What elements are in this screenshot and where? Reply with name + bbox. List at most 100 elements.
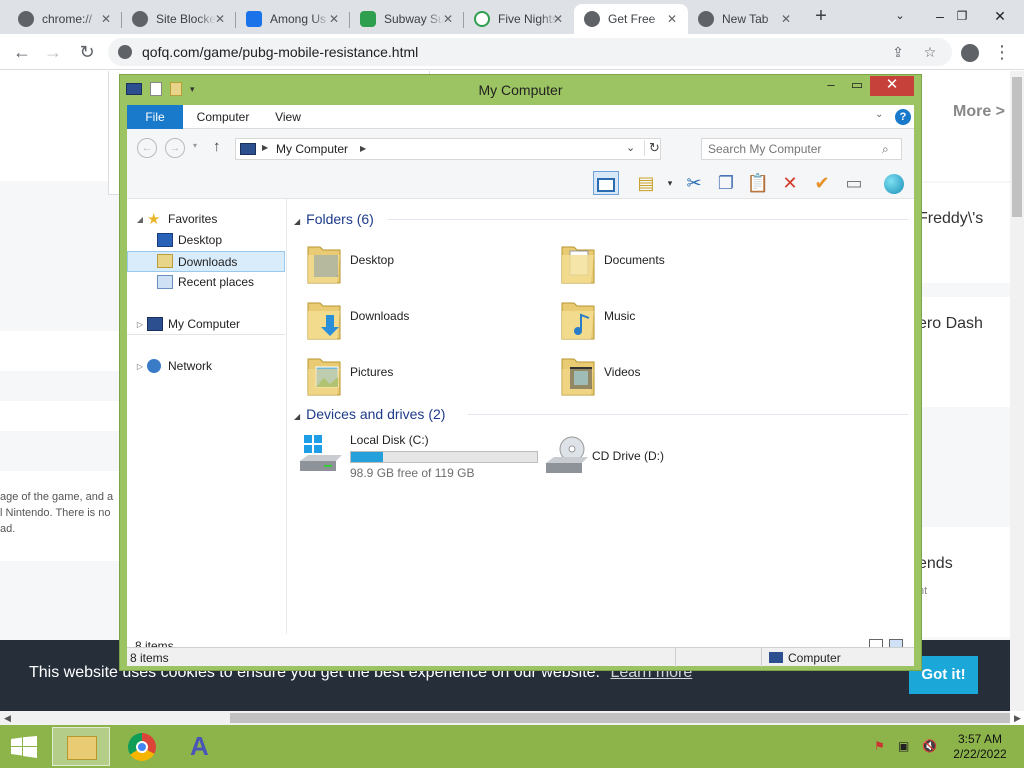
close-icon[interactable]: ✕ bbox=[664, 11, 680, 27]
properties-button[interactable]: ▤ bbox=[633, 171, 659, 195]
profile-avatar-icon[interactable] bbox=[958, 40, 982, 64]
restore-icon[interactable]: ❐ bbox=[942, 0, 982, 34]
nav-recent-places[interactable]: Recent places bbox=[127, 272, 285, 293]
network-tray-icon[interactable]: ▣ bbox=[898, 739, 914, 755]
tab-file[interactable]: File bbox=[127, 105, 183, 129]
devices-group-header[interactable]: ◢ Devices and drives (2) bbox=[294, 404, 445, 424]
tab-computer[interactable]: Computer bbox=[187, 105, 259, 129]
browser-tab-6[interactable]: Get Free ✕ bbox=[574, 4, 688, 34]
collapse-arrow-icon[interactable]: ◢ bbox=[135, 209, 145, 230]
chevron-right-icon[interactable]: ▶ bbox=[360, 144, 366, 153]
forward-icon[interactable]: → bbox=[41, 40, 65, 64]
close-icon[interactable]: ✕ bbox=[98, 11, 114, 27]
copy-icon[interactable]: ❐ bbox=[713, 171, 739, 195]
more-link[interactable]: More > bbox=[953, 103, 1005, 121]
address-bar[interactable]: qofq.com/game/pubg-mobile-resistance.htm… bbox=[108, 38, 952, 66]
browser-tab-7[interactable]: New Tab ✕ bbox=[688, 4, 802, 34]
browser-tab-3[interactable]: Among Us ✕ bbox=[236, 4, 350, 34]
nav-desktop[interactable]: Desktop bbox=[127, 230, 285, 251]
bookmark-star-icon[interactable]: ☆ bbox=[920, 42, 940, 62]
explorer-titlebar[interactable]: ▾ My Computer – ▭ ✕ bbox=[120, 75, 921, 105]
game-card-title[interactable]: ero Dash bbox=[918, 315, 983, 333]
nav-favorites[interactable]: ◢ ★ Favorites bbox=[127, 209, 285, 230]
close-icon[interactable]: ✕ bbox=[550, 11, 566, 27]
rename-checkmark-icon[interactable]: ✔ bbox=[809, 171, 835, 195]
nav-downloads[interactable]: Downloads bbox=[127, 251, 285, 272]
forward-icon[interactable]: → bbox=[165, 138, 185, 158]
system-clock[interactable]: 3:57 AM 2/22/2022 bbox=[948, 732, 1012, 762]
help-icon[interactable]: ? bbox=[895, 109, 911, 125]
collapse-arrow-icon[interactable]: ◢ bbox=[294, 217, 300, 226]
tab-view[interactable]: View bbox=[263, 105, 313, 129]
expand-arrow-icon[interactable]: ▷ bbox=[135, 356, 145, 377]
folder-music[interactable]: Music bbox=[542, 293, 782, 345]
collapse-arrow-icon[interactable]: ◢ bbox=[294, 412, 300, 421]
folder-downloads[interactable]: Downloads bbox=[288, 293, 528, 345]
taskbar-app[interactable]: A bbox=[174, 727, 232, 766]
menu-kebab-icon[interactable]: ⋮ bbox=[990, 40, 1014, 64]
refresh-icon[interactable]: ↻ bbox=[644, 140, 660, 156]
delete-icon[interactable]: ✕ bbox=[777, 171, 803, 195]
url-text[interactable]: qofq.com/game/pubg-mobile-resistance.htm… bbox=[142, 44, 418, 60]
game-card-title[interactable]: Freddy\'s bbox=[918, 210, 983, 228]
taskbar-file-explorer[interactable] bbox=[52, 727, 110, 766]
horizontal-scrollbar[interactable]: ◀ bbox=[0, 711, 1010, 725]
properties-dropdown-icon[interactable]: ▾ bbox=[657, 171, 683, 195]
scroll-right-icon[interactable]: ▶ bbox=[1014, 711, 1021, 725]
browser-tab-2[interactable]: Site Blocker ✕ bbox=[122, 4, 236, 34]
close-icon[interactable]: ✕ bbox=[212, 11, 228, 27]
scroll-left-icon[interactable]: ◀ bbox=[4, 711, 11, 725]
nav-my-computer[interactable]: ▷ My Computer bbox=[127, 314, 285, 335]
back-icon[interactable]: ← bbox=[10, 40, 34, 64]
address-dropdown-icon[interactable]: ⌄ bbox=[626, 141, 635, 154]
drive-cd[interactable]: CD Drive (D:) bbox=[542, 429, 782, 481]
scrollbar-thumb[interactable] bbox=[1012, 77, 1022, 217]
taskbar-chrome[interactable] bbox=[114, 727, 172, 766]
close-icon[interactable]: ✕ bbox=[778, 11, 794, 27]
vertical-scrollbar[interactable] bbox=[1010, 71, 1024, 711]
minimize-window-icon[interactable]: – bbox=[820, 76, 842, 96]
folder-documents[interactable]: Documents bbox=[542, 237, 782, 289]
maximize-window-icon[interactable]: ▭ bbox=[846, 76, 868, 96]
close-icon[interactable]: ✕ bbox=[440, 11, 456, 27]
browser-tab-4[interactable]: Subway Surfers ✕ bbox=[350, 4, 464, 34]
cut-icon[interactable]: ✂ bbox=[681, 171, 707, 195]
back-icon[interactable]: ← bbox=[137, 138, 157, 158]
lock-icon[interactable] bbox=[118, 45, 132, 59]
search-icon[interactable]: ⌕ bbox=[882, 142, 889, 157]
close-icon[interactable]: ✕ bbox=[326, 11, 342, 27]
folder-videos[interactable]: Videos bbox=[542, 349, 782, 401]
search-input[interactable] bbox=[708, 142, 878, 156]
volume-muted-icon[interactable]: 🔇 bbox=[922, 739, 938, 755]
folder-pictures[interactable]: Pictures bbox=[288, 349, 528, 401]
expand-ribbon-icon[interactable]: ⌄ bbox=[875, 109, 883, 120]
browser-tab-1[interactable]: chrome:// ✕ bbox=[8, 4, 122, 34]
reload-icon[interactable]: ↻ bbox=[75, 40, 99, 64]
globe-icon[interactable] bbox=[881, 171, 907, 195]
search-box[interactable]: ⌕ bbox=[701, 138, 902, 160]
recent-locations-icon[interactable]: ▾ bbox=[193, 141, 197, 150]
folders-group-header[interactable]: ◢ Folders (6) bbox=[294, 209, 374, 229]
scrollbar-thumb[interactable] bbox=[230, 713, 1010, 723]
expand-arrow-icon[interactable]: ▷ bbox=[135, 314, 145, 335]
details-pane-icon[interactable]: ▭ bbox=[841, 171, 867, 195]
desktop-folder-icon bbox=[307, 246, 341, 284]
close-browser-icon[interactable]: ✕ bbox=[980, 0, 1020, 34]
preview-pane-button[interactable] bbox=[593, 171, 619, 195]
nav-network[interactable]: ▷ Network bbox=[127, 356, 285, 377]
paste-icon[interactable]: 📋 bbox=[745, 171, 771, 195]
address-bar[interactable]: ▶ My Computer ▶ ⌄ ↻ bbox=[235, 138, 661, 160]
chevron-right-icon[interactable]: ▶ bbox=[262, 143, 268, 152]
drive-local-disk[interactable]: Local Disk (C:) 98.9 GB free of 119 GB bbox=[288, 429, 542, 481]
browser-tab-5[interactable]: Five Nights at Freddy's ✕ bbox=[464, 4, 574, 34]
game-card-title[interactable]: ends bbox=[918, 555, 953, 573]
address-text[interactable]: My Computer bbox=[276, 142, 348, 156]
windows-start-icon[interactable] bbox=[10, 736, 38, 758]
tab-search-icon[interactable]: ⌄ bbox=[880, 0, 920, 34]
action-center-flag-icon[interactable]: ⚑ bbox=[874, 739, 890, 755]
folder-desktop[interactable]: Desktop bbox=[288, 237, 528, 289]
close-window-icon[interactable]: ✕ bbox=[870, 76, 914, 96]
share-icon[interactable]: ⇪ bbox=[888, 42, 908, 62]
new-tab-button[interactable]: + bbox=[810, 6, 832, 28]
up-icon[interactable]: ↑ bbox=[213, 138, 221, 155]
